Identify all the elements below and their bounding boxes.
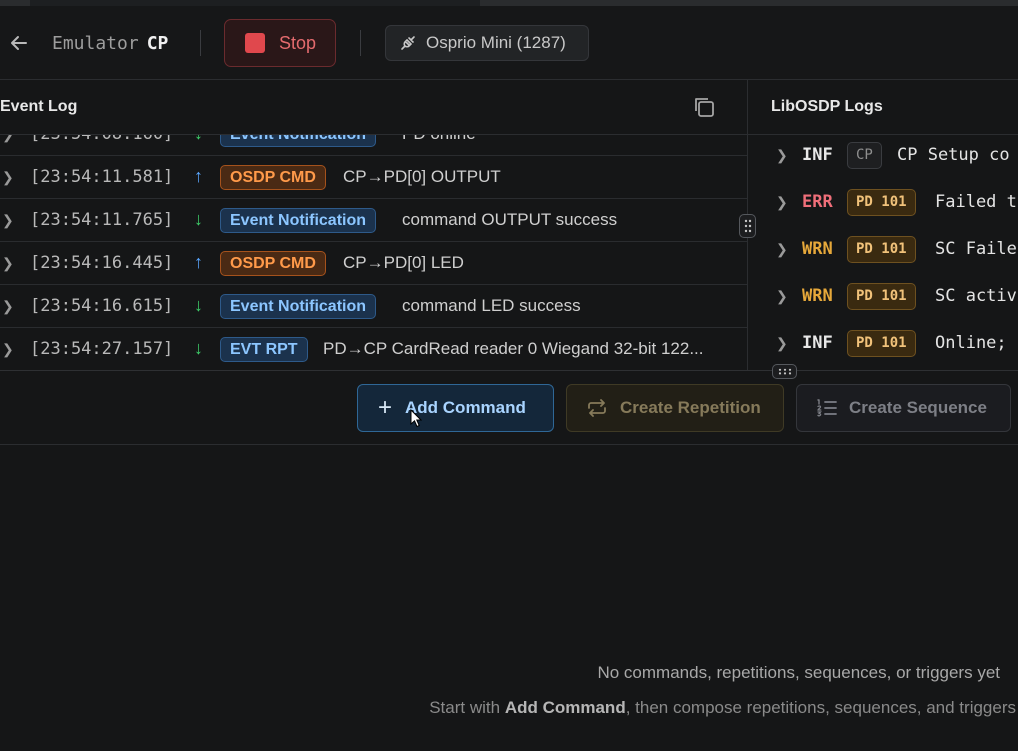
arrow-up-icon: ↑ xyxy=(194,166,203,186)
event-row[interactable]: ❯ [23:54:27.157] ↓ EVT RPT PD→CP CardRea… xyxy=(0,328,747,370)
log-row[interactable]: ❯ INF CP CP Setup co xyxy=(748,135,1018,182)
log-message: SC Faile xyxy=(935,239,1017,259)
libosdp-logs-panel: LibOSDP Logs ❯ INF CP CP Setup co ❯ ERR … xyxy=(748,80,1018,370)
create-repetition-button[interactable]: Create Repetition xyxy=(566,384,784,432)
event-timestamp: [23:54:27.157] xyxy=(30,339,174,359)
event-timestamp: [23:54:08.160] xyxy=(30,135,173,144)
event-log-title: Event Log xyxy=(0,98,78,115)
toolbar: Emulator CP Stop Osprio Mini (1287) xyxy=(0,6,1018,80)
create-sequence-label: Create Sequence xyxy=(849,398,987,417)
event-type-badge: Event Notification xyxy=(220,208,377,233)
log-source-tag: PD 101 xyxy=(847,330,916,357)
chevron-right-icon[interactable]: ❯ xyxy=(2,169,14,186)
log-row[interactable]: ❯ WRN PD 101 SC Faile xyxy=(748,229,1018,276)
create-sequence-button[interactable]: Create Sequence xyxy=(796,384,1011,432)
event-type-badge: OSDP CMD xyxy=(220,251,326,276)
event-type-badge: OSDP CMD xyxy=(220,165,326,190)
add-command-button[interactable]: + Add Command xyxy=(357,384,554,432)
log-source-tag: PD 101 xyxy=(847,189,916,216)
log-row[interactable]: ❯ INF PD 101 Online; xyxy=(748,323,1018,370)
empty-state-suffix: , then compose repetitions, sequences, a… xyxy=(625,698,1016,717)
libosdp-logs-title: LibOSDP Logs xyxy=(771,98,883,115)
log-message: SC activ xyxy=(935,286,1017,306)
arrow-down-icon: ↓ xyxy=(194,135,203,144)
log-source-tag: PD 101 xyxy=(847,236,916,263)
event-row[interactable]: ❯ [23:54:16.615] ↓ Event Notification co… xyxy=(0,285,747,328)
event-timestamp: [23:54:16.445] xyxy=(30,253,174,273)
log-level: WRN xyxy=(802,239,833,259)
page-title-role: CP xyxy=(146,33,169,54)
event-message: command LED success xyxy=(402,296,581,315)
add-command-label: Add Command xyxy=(405,398,526,417)
empty-state-title: No commands, repetitions, sequences, or … xyxy=(597,663,1000,682)
event-message: PD online xyxy=(402,135,476,144)
stop-button[interactable]: Stop xyxy=(224,19,336,67)
empty-state-prefix: Start with xyxy=(429,698,505,717)
arrow-up-icon: ↑ xyxy=(194,252,203,272)
libosdp-logs-header: LibOSDP Logs xyxy=(748,80,1018,135)
log-row[interactable]: ❯ ERR PD 101 Failed t xyxy=(748,182,1018,229)
arrow-left-icon xyxy=(11,36,27,50)
empty-state-emphasis: Add Command xyxy=(504,698,626,717)
chevron-right-icon[interactable]: ❯ xyxy=(776,288,788,305)
chevron-right-icon[interactable]: ❯ xyxy=(2,212,14,229)
event-row[interactable]: ❯ [23:54:11.581] ↑ OSDP CMD CP→PD[0] OUT… xyxy=(0,156,747,199)
chevron-right-icon[interactable]: ❯ xyxy=(2,135,14,143)
back-button[interactable] xyxy=(6,31,32,55)
arrow-down-icon: ↓ xyxy=(194,338,203,358)
event-timestamp: [23:54:16.615] xyxy=(30,296,174,316)
event-message: CP→PD[0] OUTPUT xyxy=(343,167,501,186)
log-source-tag: CP xyxy=(847,142,882,169)
empty-state-subtitle: Start with Add Command, then compose rep… xyxy=(429,698,1016,718)
event-message: command OUTPUT success xyxy=(402,210,618,229)
copy-icon[interactable] xyxy=(692,95,716,119)
event-row[interactable]: ❯ [23:54:16.445] ↑ OSDP CMD CP→PD[0] LED xyxy=(0,242,747,285)
event-timestamp: [23:54:11.765] xyxy=(30,210,174,230)
chevron-right-icon[interactable]: ❯ xyxy=(2,341,14,358)
chevron-right-icon[interactable]: ❯ xyxy=(776,194,788,211)
event-message: CP→PD[0] LED xyxy=(343,253,464,272)
chevron-right-icon[interactable]: ❯ xyxy=(2,255,14,272)
divider xyxy=(360,30,361,56)
chevron-right-icon[interactable]: ❯ xyxy=(776,147,788,164)
log-level: INF xyxy=(802,333,833,353)
device-selector-button[interactable]: Osprio Mini (1287) xyxy=(385,25,589,61)
chevron-right-icon[interactable]: ❯ xyxy=(776,241,788,258)
mouse-cursor-icon xyxy=(410,409,422,428)
event-type-badge: Event Notification xyxy=(220,135,377,147)
arrow-down-icon: ↓ xyxy=(194,209,203,229)
log-message: Online; xyxy=(935,333,1007,353)
event-row[interactable]: ❯ [23:54:11.765] ↓ Event Notification co… xyxy=(0,199,747,242)
commands-toolbar: + Add Command Create Repetition Create S… xyxy=(0,371,1018,445)
page-title-label: Emulator xyxy=(52,33,139,54)
event-log-panel: Event Log ❯ [23:54:08.160] ↓ Event Notif… xyxy=(0,80,747,370)
log-level: WRN xyxy=(802,286,833,306)
chevron-right-icon[interactable]: ❯ xyxy=(776,335,788,352)
stop-button-label: Stop xyxy=(279,32,317,53)
log-message: CP Setup co xyxy=(897,145,1010,165)
plus-icon: + xyxy=(378,394,393,421)
event-message: PD→CP CardRead reader 0 Wiegand 32-bit 1… xyxy=(323,339,704,358)
log-level: INF xyxy=(802,145,833,165)
log-message: Failed t xyxy=(935,192,1017,212)
log-source-tag: PD 101 xyxy=(847,283,916,310)
divider xyxy=(200,30,201,56)
arrow-down-icon: ↓ xyxy=(194,295,203,315)
page-title: Emulator CP xyxy=(52,32,168,55)
device-label: Osprio Mini (1287) xyxy=(426,33,566,52)
chevron-right-icon[interactable]: ❯ xyxy=(2,298,14,315)
event-timestamp: [23:54:11.581] xyxy=(30,167,174,187)
event-log-header: Event Log xyxy=(0,80,747,135)
event-type-badge: EVT RPT xyxy=(220,337,308,362)
create-repetition-label: Create Repetition xyxy=(620,398,761,417)
event-type-badge: Event Notification xyxy=(220,294,377,319)
stop-square-icon xyxy=(245,33,265,53)
plug-icon xyxy=(401,36,415,50)
repeat-icon xyxy=(588,399,606,417)
log-row[interactable]: ❯ WRN PD 101 SC activ xyxy=(748,276,1018,323)
log-level: ERR xyxy=(802,192,833,212)
event-row[interactable]: ❯ [23:54:08.160] ↓ Event Notification PD… xyxy=(0,135,747,156)
event-log-list[interactable]: ❯ [23:54:08.160] ↓ Event Notification PD… xyxy=(0,135,747,370)
list-ordered-icon xyxy=(817,399,837,417)
